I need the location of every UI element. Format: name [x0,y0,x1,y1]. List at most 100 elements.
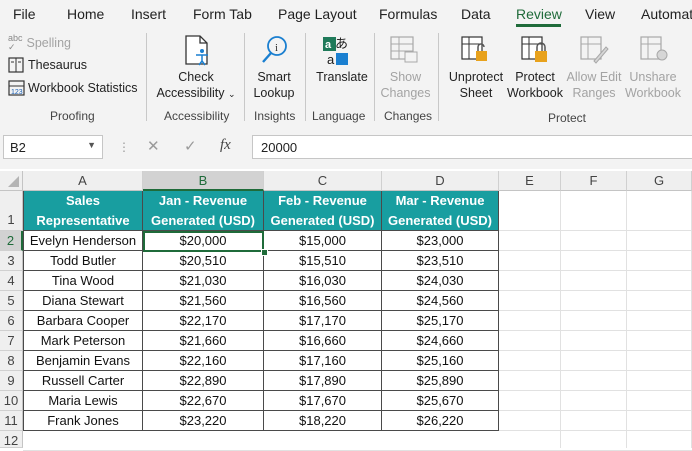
revenue-cell[interactable]: $24,660 [382,331,499,351]
formula-input[interactable]: 20000 [252,135,692,159]
revenue-cell[interactable]: $16,030 [264,271,382,291]
sales-rep-cell[interactable]: Barbara Cooper [23,311,143,331]
workbook-statistics-button[interactable]: 123 Workbook Statistics [8,80,138,96]
tab-form-tab[interactable]: Form Tab [193,6,252,22]
table-header-cell[interactable]: Sales Representative [23,191,143,231]
spelling-button[interactable]: abc ✓ Spelling [8,34,71,52]
column-header-b[interactable]: B [143,171,264,191]
row-header-12[interactable]: 12 [0,431,23,448]
tab-file[interactable]: File [13,6,36,22]
row-header-9[interactable]: 9 [0,371,23,391]
revenue-cell[interactable]: $16,660 [264,331,382,351]
more-options-icon[interactable]: ⋮ [118,140,130,154]
revenue-cell[interactable]: $20,510 [143,251,264,271]
sales-rep-cell[interactable]: Tina Wood [23,271,143,291]
revenue-cell[interactable]: $22,160 [143,351,264,371]
formula-bar: B2 ▼ ⋮ ✕ ✓ fx 20000 [0,128,692,169]
tab-data[interactable]: Data [461,6,491,22]
tab-automate[interactable]: Automat [641,6,692,22]
unshare-workbook-button[interactable]: Unshare Workbook [623,69,683,101]
allow-edit-ranges-button[interactable]: Allow Edit Ranges [565,69,623,101]
revenue-cell[interactable]: $25,670 [382,391,499,411]
chevron-down-icon[interactable]: ▼ [87,140,96,150]
column-header-d[interactable]: D [382,171,499,191]
tab-review[interactable]: Review [516,6,562,22]
revenue-cell[interactable]: $17,160 [264,351,382,371]
row-header-11[interactable]: 11 [0,411,23,431]
group-separator [374,33,375,121]
tab-formulas[interactable]: Formulas [379,6,437,22]
revenue-cell[interactable]: $16,560 [264,291,382,311]
fill-handle[interactable] [261,249,268,256]
revenue-cell[interactable]: $25,170 [382,311,499,331]
revenue-cell[interactable]: $25,890 [382,371,499,391]
header-text: Generated (USD) [387,213,493,228]
group-label-insights: Insights [254,109,296,123]
revenue-cell[interactable]: $17,670 [264,391,382,411]
revenue-cell[interactable]: $22,890 [143,371,264,391]
unprotect-sheet-button[interactable]: Unprotect Sheet [447,69,505,101]
translate-button[interactable]: Translate [310,69,374,85]
sales-rep-cell[interactable]: Benjamin Evans [23,351,143,371]
revenue-cell[interactable]: $25,160 [382,351,499,371]
revenue-cell[interactable]: $22,170 [143,311,264,331]
table-header-cell[interactable]: Mar - Revenue Generated (USD) [382,191,499,231]
revenue-cell[interactable]: $21,030 [143,271,264,291]
row-header-3[interactable]: 3 [0,251,23,271]
group-separator [438,33,439,121]
tab-home[interactable]: Home [67,6,104,22]
tab-insert[interactable]: Insert [131,6,166,22]
protect-workbook-button[interactable]: Protect Workbook [505,69,565,101]
revenue-cell[interactable]: $17,890 [264,371,382,391]
show-changes-button[interactable]: Show Changes [378,69,433,101]
workbook-statistics-icon: 123 [8,80,25,96]
select-all-button[interactable] [0,171,23,191]
revenue-cell[interactable]: $15,510 [264,251,382,271]
column-header-g[interactable]: G [627,171,692,191]
table-header-cell[interactable]: Feb - Revenue Generated (USD) [264,191,382,231]
row-header-1[interactable]: 1 [0,191,23,231]
check-accessibility-button[interactable]: Check Accessibility ⌄ [156,69,236,102]
sales-rep-cell[interactable]: Russell Carter [23,371,143,391]
row-header-2[interactable]: 2 [0,231,23,251]
revenue-cell[interactable]: $21,560 [143,291,264,311]
sales-rep-cell[interactable]: Mark Peterson [23,331,143,351]
sales-rep-cell[interactable]: Evelyn Henderson [23,231,143,251]
row-header-7[interactable]: 7 [0,331,23,351]
revenue-cell[interactable]: $26,220 [382,411,499,431]
enter-icon[interactable]: ✓ [184,137,197,155]
sales-rep-cell[interactable]: Frank Jones [23,411,143,431]
sales-rep-cell[interactable]: Diana Stewart [23,291,143,311]
cancel-icon[interactable]: ✕ [147,137,160,155]
tab-page-layout[interactable]: Page Layout [278,6,357,22]
group-separator [244,33,245,121]
sales-rep-cell[interactable]: Todd Butler [23,251,143,271]
row-header-6[interactable]: 6 [0,311,23,331]
revenue-cell[interactable]: $22,670 [143,391,264,411]
column-header-a[interactable]: A [23,171,143,191]
revenue-cell[interactable]: $23,220 [143,411,264,431]
revenue-cell[interactable]: $15,000 [264,231,382,251]
revenue-cell[interactable]: $17,170 [264,311,382,331]
row-header-10[interactable]: 10 [0,391,23,411]
row-header-5[interactable]: 5 [0,291,23,311]
column-header-e[interactable]: E [499,171,561,191]
column-header-f[interactable]: F [561,171,627,191]
sales-rep-cell[interactable]: Maria Lewis [23,391,143,411]
revenue-cell[interactable]: $18,220 [264,411,382,431]
tab-view[interactable]: View [585,6,615,22]
revenue-cell[interactable]: $24,030 [382,271,499,291]
thesaurus-button[interactable]: Thesaurus [8,57,87,73]
revenue-cell[interactable]: $21,660 [143,331,264,351]
table-header-cell[interactable]: Jan - Revenue Generated (USD) [143,191,264,231]
revenue-cell[interactable]: $23,000 [382,231,499,251]
name-box[interactable]: B2 ▼ [3,135,103,159]
insert-function-icon[interactable]: fx [220,137,231,154]
revenue-cell[interactable]: $24,560 [382,291,499,311]
column-header-c[interactable]: C [264,171,382,191]
revenue-cell[interactable]: $23,510 [382,251,499,271]
row-header-4[interactable]: 4 [0,271,23,291]
smart-lookup-button[interactable]: Smart Lookup [248,69,300,101]
row-header-8[interactable]: 8 [0,351,23,371]
chevron-down-icon: ⌄ [228,89,236,99]
